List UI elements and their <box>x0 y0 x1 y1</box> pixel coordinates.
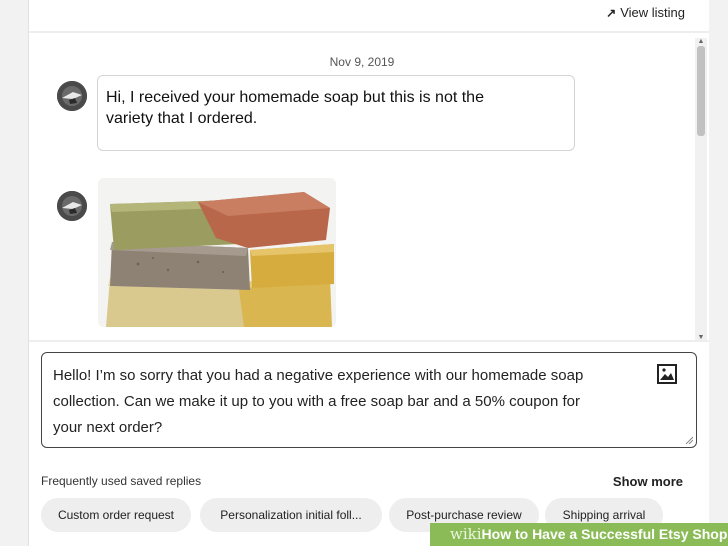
saved-reply-chip[interactable]: Personalization initial foll... <box>200 498 382 532</box>
reply-text-line: Hello! I’m so sorry that you had a negat… <box>53 367 584 384</box>
reply-textarea[interactable]: Hello! I’m so sorry that you had a negat… <box>41 352 697 448</box>
avatar-image <box>57 191 87 221</box>
resize-grip-icon[interactable] <box>685 436 693 444</box>
arrow-up-right-icon: ↗ <box>606 5 617 20</box>
avatar[interactable] <box>57 191 87 221</box>
watermark-prefix: wiki <box>450 525 482 543</box>
avatar[interactable] <box>57 81 87 111</box>
image-icon[interactable] <box>656 363 678 385</box>
view-listing-link[interactable]: ↗ View listing <box>606 5 685 20</box>
saved-reply-chip[interactable]: Custom order request <box>41 498 191 532</box>
reply-text-line: your next order? <box>53 419 163 436</box>
message-text-line: variety that I ordered. <box>106 110 258 127</box>
message-date: Nov 9, 2019 <box>329 55 395 69</box>
conversation-panel: ↗ View listing Nov 9, 2019 Hi, I receive… <box>28 0 709 546</box>
avatar-image <box>57 81 87 111</box>
watermark-title: How to Have a Successful Etsy Shop <box>481 526 728 542</box>
scrollbar-thumb[interactable] <box>697 46 705 136</box>
thread-scrollbar[interactable]: ▲ ▼ <box>695 38 707 342</box>
message-thread: Nov 9, 2019 Hi, I received your homemade… <box>29 34 695 340</box>
message-text-line: Hi, I received your homemade soap but th… <box>106 89 484 106</box>
message-bubble: Hi, I received your homemade soap but th… <box>97 75 575 151</box>
soap-photo[interactable] <box>98 178 336 327</box>
reply-text-line: collection. Can we make it up to you wit… <box>53 393 580 410</box>
wikihow-watermark: wikiHow to Have a Successful Etsy Shop <box>430 523 728 546</box>
view-listing-label: View listing <box>620 5 685 20</box>
divider <box>29 340 709 342</box>
saved-replies-label: Frequently used saved replies <box>41 474 202 488</box>
divider <box>29 31 709 33</box>
scroll-up-icon[interactable]: ▲ <box>695 38 707 46</box>
top-bar: ↗ View listing <box>29 0 709 30</box>
show-more-button[interactable]: Show more <box>613 474 683 489</box>
soap-bars-image <box>98 178 336 327</box>
